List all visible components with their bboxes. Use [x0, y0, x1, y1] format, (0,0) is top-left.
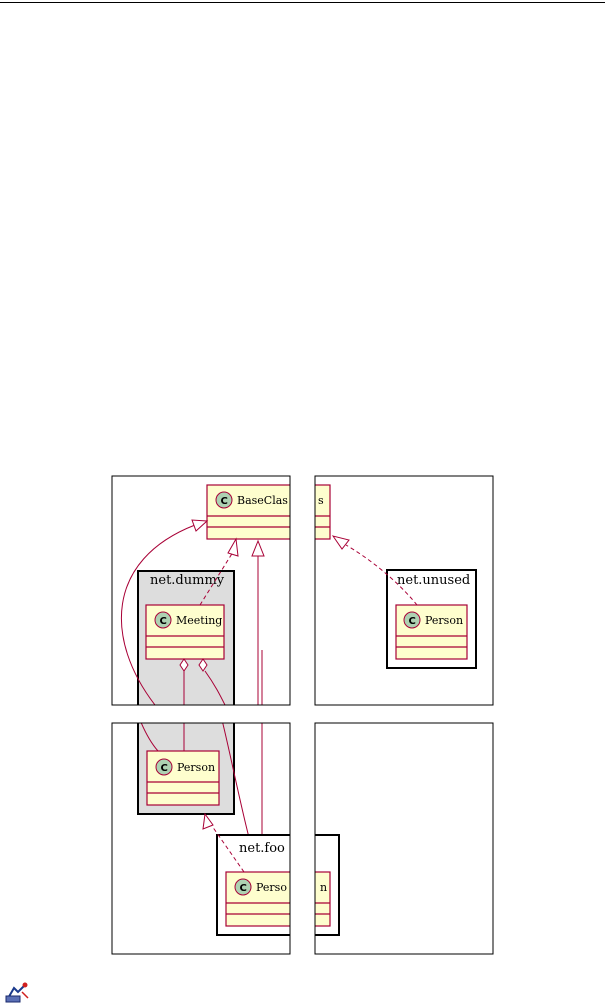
class-stereotype-letter: C: [161, 763, 168, 774]
class-baseclass-label: BaseClas: [237, 494, 288, 507]
class-person-foo-label: Perso: [256, 881, 287, 894]
class-baseclass: C BaseClas: [206, 484, 290, 540]
class-baseclass-continued: [315, 484, 331, 540]
package-net-foo-label: net.foo: [239, 841, 285, 856]
class-stereotype-letter: C: [240, 883, 247, 894]
class-person-unused-label: Person: [425, 614, 463, 627]
class-meeting: C Meeting: [145, 604, 225, 660]
class-meeting-label: Meeting: [176, 614, 222, 627]
package-net-dummy-label: net.dummy: [150, 573, 225, 588]
class-diagram: net.dummy C BaseClas C Meeting s net.unu…: [111, 475, 494, 955]
class-stereotype-letter: C: [409, 616, 416, 627]
package-net-unused-label: net.unused: [397, 573, 470, 588]
class-baseclass-label-tail: s: [318, 494, 324, 507]
class-person-foo-label-tail: n: [320, 881, 327, 894]
class-person-dummy: C Person: [146, 750, 220, 806]
class-stereotype-letter: C: [221, 496, 228, 507]
class-person-foo: C Perso: [225, 871, 290, 927]
class-person-dummy-label: Person: [177, 761, 215, 774]
app-logo-icon: [5, 982, 29, 1003]
page-tile-bottom-right: [314, 722, 494, 955]
class-stereotype-letter: C: [160, 616, 167, 627]
class-person-unused: C Person: [395, 604, 468, 660]
